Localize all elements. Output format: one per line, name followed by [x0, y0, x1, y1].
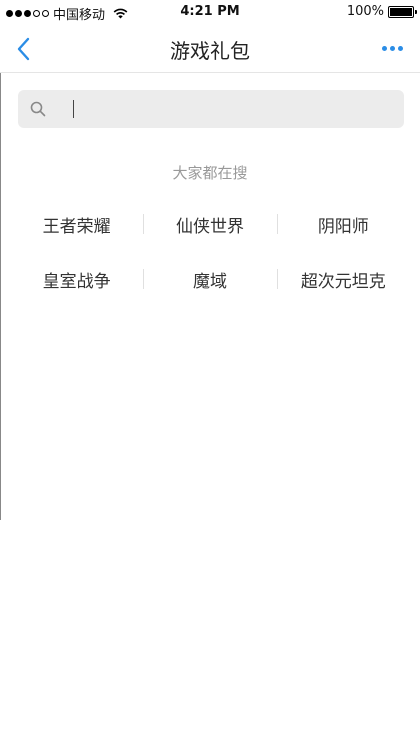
search-input[interactable]: [52, 94, 392, 124]
hot-search-item[interactable]: 阴阳师: [276, 205, 410, 243]
text-caret: [73, 100, 74, 118]
hot-search-item[interactable]: 皇室战争: [10, 260, 143, 298]
hot-searches-title: 大家都在搜: [172, 164, 248, 182]
hot-searches-grid: 王者荣耀 仙侠世界 阴阳师 皇室战争 魔域 超次元坦克: [10, 205, 410, 315]
hot-row: 王者荣耀 仙侠世界 阴阳师: [10, 205, 410, 243]
left-edge-line: [0, 0, 1, 520]
hot-search-item[interactable]: 王者荣耀: [10, 205, 143, 243]
page-title: 游戏礼包: [170, 39, 250, 63]
hot-search-item[interactable]: 仙侠世界: [143, 205, 276, 243]
more-dots-icon: [398, 45, 403, 51]
hot-search-item[interactable]: 超次元坦克: [276, 260, 410, 298]
status-right: 100%: [346, 4, 417, 19]
nav-bar: 游戏礼包: [0, 24, 420, 73]
battery-percent: 100%: [346, 4, 384, 19]
more-dots-icon: [382, 45, 387, 51]
battery-icon: [388, 5, 417, 18]
search-box[interactable]: [18, 90, 404, 128]
battery-fill: [390, 7, 412, 16]
more-button[interactable]: [382, 38, 404, 58]
hot-row: 皇室战争 魔域 超次元坦克: [10, 260, 410, 298]
search-icon: [30, 101, 46, 117]
status-bar: 中国移动 4:21 PM 100%: [0, 0, 420, 24]
more-dots-icon: [390, 45, 395, 51]
hot-search-item[interactable]: 魔域: [143, 260, 276, 298]
